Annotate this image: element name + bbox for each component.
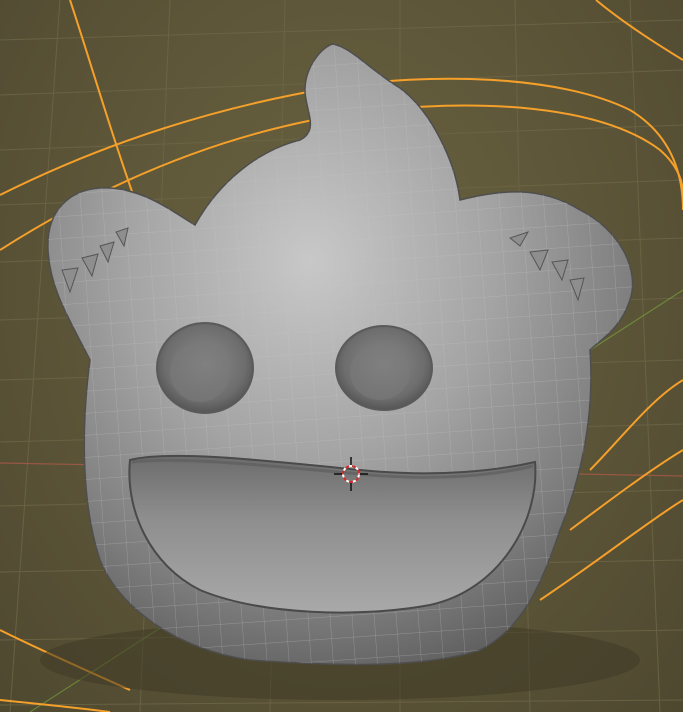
viewport-scene[interactable]: [0, 0, 683, 712]
ghost-mesh[interactable]: [0, 0, 683, 712]
3d-cursor-icon[interactable]: [334, 457, 368, 491]
3d-viewport[interactable]: [0, 0, 683, 712]
